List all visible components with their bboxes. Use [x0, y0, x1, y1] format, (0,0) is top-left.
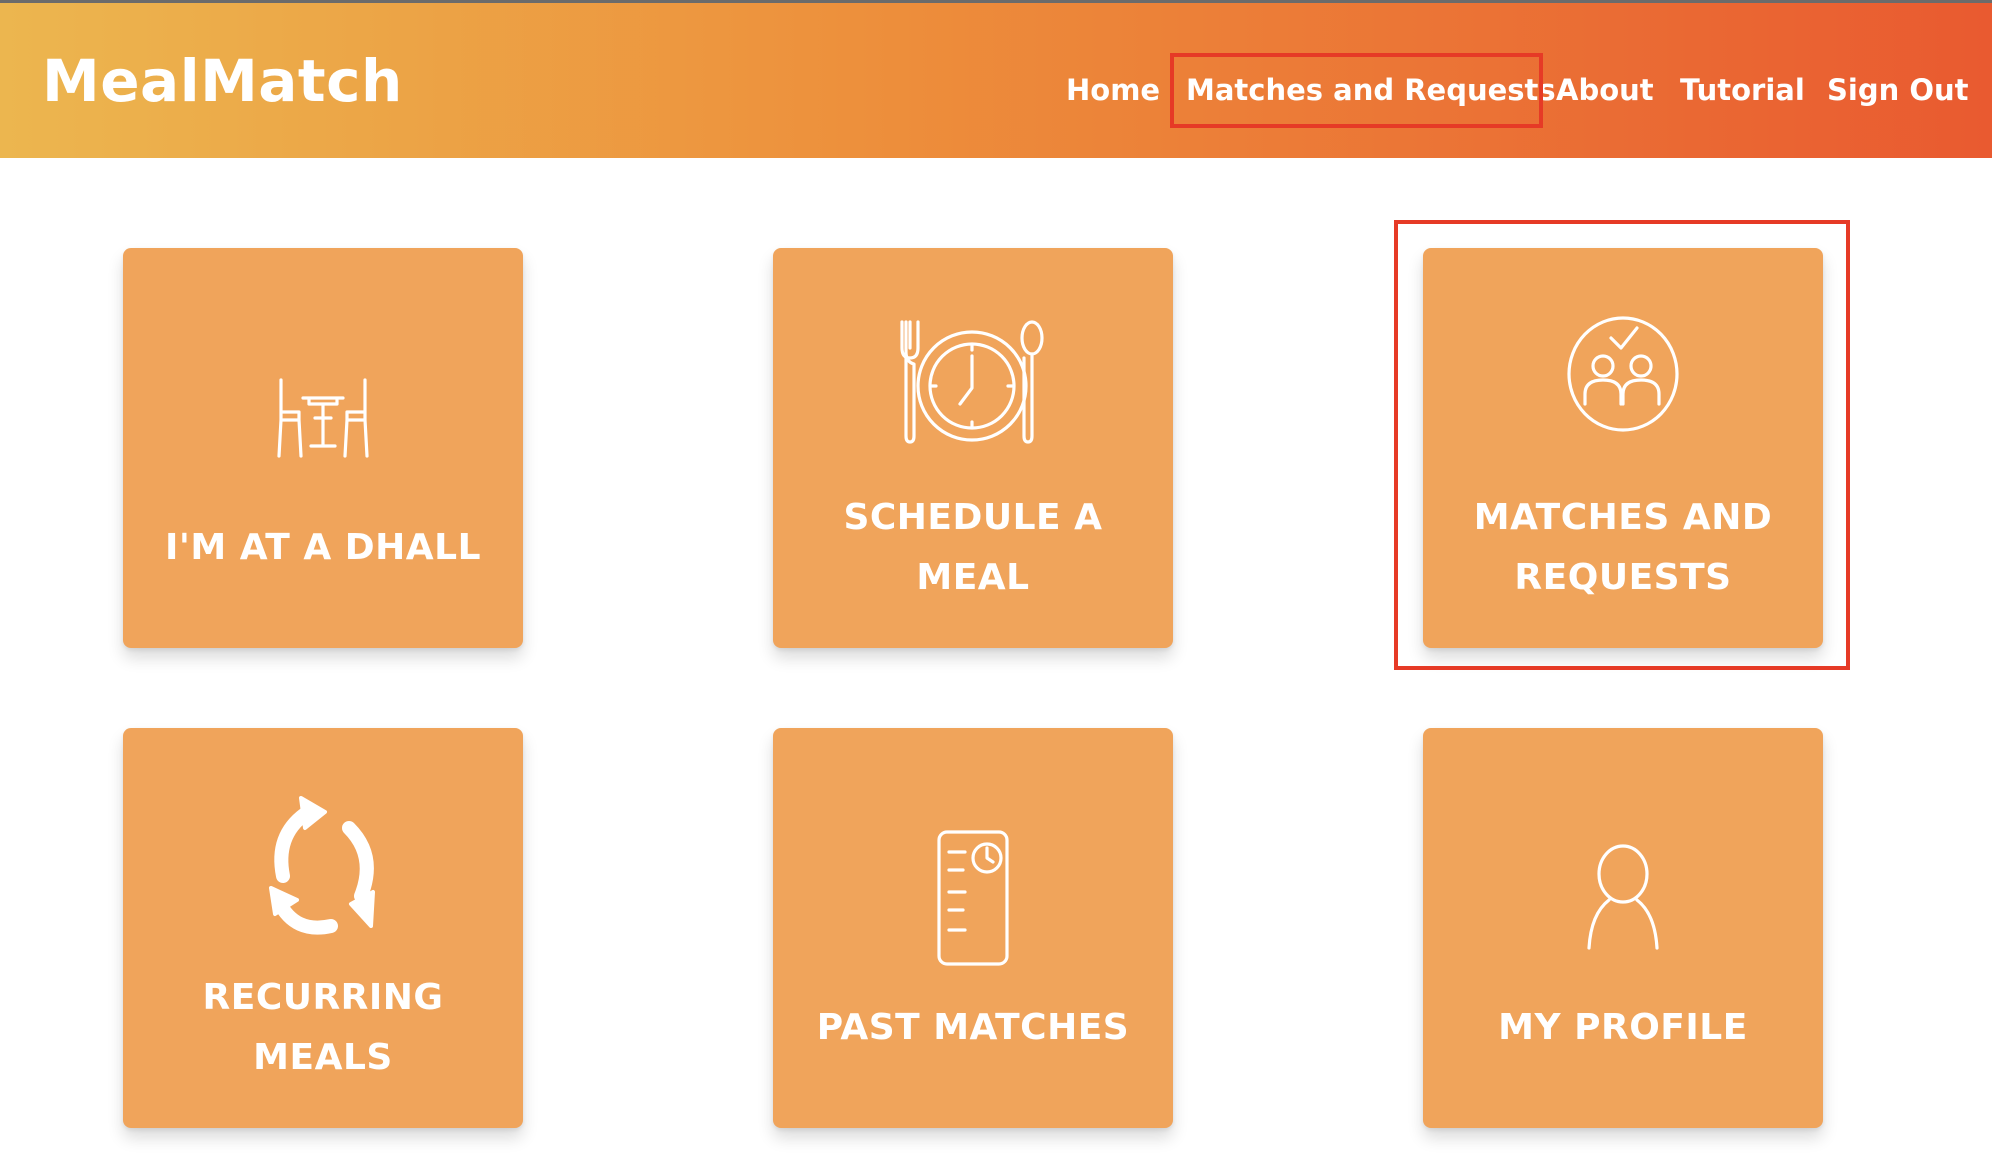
nav-about-link[interactable]: About: [1556, 73, 1654, 107]
dining-table-chairs-icon: [277, 378, 369, 458]
document-clock-icon: [937, 830, 1009, 966]
tile-profile[interactable]: MY PROFILE: [1423, 728, 1823, 1128]
nav-matches-link[interactable]: Matches and Requests: [1186, 73, 1556, 107]
nav-signout-link[interactable]: Sign Out: [1827, 73, 1969, 107]
tile-schedule-label: SCHEDULE A MEAL: [843, 497, 1103, 598]
person-outline-icon: [1587, 844, 1659, 950]
tile-past-label: PAST MATCHES: [816, 1007, 1130, 1048]
brand-logo[interactable]: MealMatch: [42, 47, 403, 115]
tile-schedule[interactable]: SCHEDULE A MEAL: [773, 248, 1173, 648]
recycle-arrows-icon: [269, 796, 375, 935]
tile-past[interactable]: PAST MATCHES: [773, 728, 1173, 1128]
people-check-icon: [1567, 316, 1679, 432]
tile-recurring[interactable]: RECURRING MEALS: [123, 728, 523, 1128]
tile-dhall-label: I'M AT A DHALL: [164, 527, 482, 568]
nav-home-link[interactable]: Home: [1066, 73, 1160, 107]
nav-tutorial-link[interactable]: Tutorial: [1680, 73, 1805, 107]
tile-dhall[interactable]: I'M AT A DHALL: [123, 248, 523, 648]
plate-clock-cutlery-icon: [900, 320, 1044, 444]
top-navbar: MealMatch Home Matches and Requests Abou…: [0, 0, 1992, 158]
tile-matches-label: MATCHES AND REQUESTS: [1473, 497, 1773, 598]
tile-recurring-label: RECURRING MEALS: [202, 977, 444, 1078]
tile-profile-label: MY PROFILE: [1498, 1007, 1748, 1048]
tile-matches[interactable]: MATCHES AND REQUESTS: [1423, 248, 1823, 648]
